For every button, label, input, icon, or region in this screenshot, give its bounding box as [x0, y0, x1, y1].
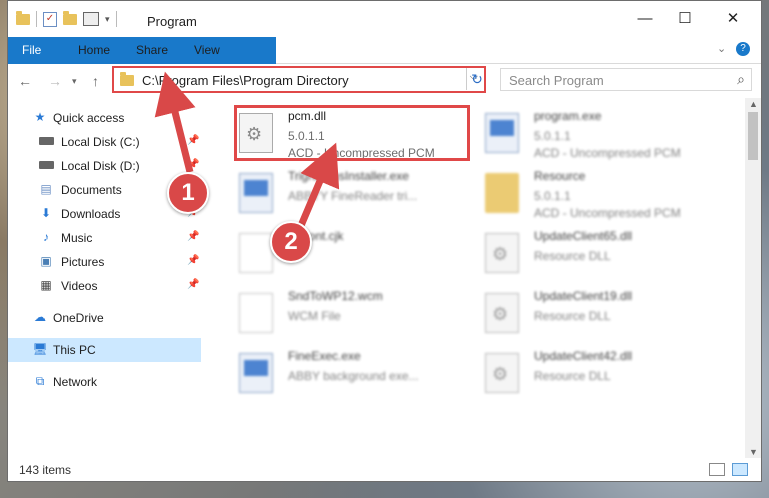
maximize-button[interactable]: ☐	[670, 9, 700, 29]
pictures-icon: ▣	[40, 254, 52, 268]
sidebar-item-this-pc[interactable]: 🖥 This PC	[8, 338, 201, 362]
back-arrow-icon[interactable]: ←	[18, 73, 32, 89]
videos-icon: ▦	[40, 278, 52, 292]
scroll-thumb[interactable]	[748, 112, 758, 160]
music-icon: ♪	[43, 230, 49, 244]
computer-icon: 🖥	[32, 342, 48, 356]
explorer-window: ✓ ▾ Program — ☐ ✕ File Home Share View ⌄…	[7, 0, 762, 482]
file-item-updateclient19[interactable]: UpdateClient19.dll Resource DLL	[473, 285, 713, 341]
scroll-up-icon[interactable]: ▲	[749, 99, 758, 109]
folder-item-resource[interactable]: Resource 5.0.1.1 ACD - Uncompressed PCM	[473, 165, 713, 221]
pin-icon[interactable]: 📌	[187, 135, 199, 146]
file-item-updateclient65[interactable]: UpdateClient65.dll Resource DLL	[473, 225, 713, 281]
file-item-trigramms-installer[interactable]: TrigrammsInstaller.exe ABBYY FineReader …	[227, 165, 467, 221]
item-count: 143 items	[19, 463, 72, 477]
search-placeholder: Search Program	[509, 73, 604, 88]
dll-gear-icon	[485, 293, 519, 333]
minimize-button[interactable]: —	[630, 9, 660, 29]
download-icon: ⬇	[40, 206, 52, 220]
ribbon: File Home Share View ⌄ ?	[8, 37, 761, 93]
chevron-down-icon[interactable]: ▾	[105, 14, 110, 25]
sidebar-item-local-disk-c[interactable]: Local Disk (C:) 📌	[8, 130, 201, 154]
pin-icon[interactable]: 📌	[187, 279, 199, 290]
vertical-scrollbar[interactable]: ▲ ▼	[745, 98, 761, 458]
callout-badge-2: 2	[270, 221, 312, 263]
sidebar-item-onedrive[interactable]: ☁ OneDrive	[8, 306, 201, 330]
details-view-icon[interactable]	[709, 463, 725, 476]
folder-icon	[16, 10, 30, 25]
file-item-fineexec[interactable]: FineExec.exe ABBY background exe...	[227, 345, 467, 401]
drive-icon	[38, 158, 54, 172]
exe-icon	[239, 353, 273, 393]
folder-icon	[120, 72, 134, 86]
sidebar-item-network[interactable]: ⧉ Network	[8, 370, 201, 394]
new-folder-icon[interactable]	[63, 10, 77, 25]
search-icon: ⌕	[737, 71, 745, 87]
dll-gear-icon	[485, 233, 519, 273]
sidebar-item-pictures[interactable]: ▣ Pictures 📌	[8, 250, 201, 274]
file-item-sndtowp12[interactable]: SndToWP12.wcm WCM File	[227, 285, 467, 341]
folder-icon	[485, 173, 519, 213]
navigation-bar: ← → ▾ ↑ C:\Program Files\Program Directo…	[8, 64, 761, 98]
tab-view[interactable]: View	[180, 37, 234, 63]
title-bar: ✓ ▾ Program — ☐ ✕	[8, 1, 761, 37]
dll-gear-icon	[485, 353, 519, 393]
cloud-icon: ☁	[34, 310, 46, 324]
pin-icon[interactable]: 📌	[187, 255, 199, 266]
file-item-updateclient42[interactable]: UpdateClient42.dll Resource DLL	[473, 345, 713, 401]
sidebar-item-videos[interactable]: ▦ Videos 📌	[8, 274, 201, 298]
properties-quick-access-icon[interactable]: ✓	[43, 11, 57, 27]
exe-icon	[485, 113, 519, 153]
search-input[interactable]: Search Program ⌕	[500, 68, 752, 91]
scroll-down-icon[interactable]: ▼	[749, 447, 758, 457]
recent-locations-chevron-icon[interactable]: ▾	[72, 76, 77, 87]
highlight-box	[234, 105, 470, 161]
document-icon	[239, 233, 273, 273]
tab-home[interactable]: Home	[64, 37, 124, 63]
status-bar: 143 items	[8, 459, 761, 481]
tiles-view-icon[interactable]	[732, 463, 748, 476]
pin-icon[interactable]: 📌	[187, 159, 199, 170]
document-icon	[239, 293, 273, 333]
up-arrow-icon[interactable]: ↑	[92, 73, 99, 89]
file-item-font-cjk[interactable]: ...tFont.cjk ...	[227, 225, 467, 281]
close-button[interactable]: ✕	[718, 9, 748, 29]
sidebar-item-music[interactable]: ♪ Music 📌	[8, 226, 201, 250]
documents-icon: ▤	[40, 182, 52, 196]
refresh-icon[interactable]: ↻	[466, 68, 487, 90]
exe-icon	[239, 173, 273, 213]
help-icon[interactable]: ?	[736, 42, 750, 56]
drive-icon	[38, 134, 54, 148]
sidebar-item-local-disk-d[interactable]: Local Disk (D:) 📌	[8, 154, 201, 178]
customize-view-icon[interactable]	[83, 12, 99, 26]
sidebar-item-quick-access[interactable]: ★ Quick access	[8, 106, 201, 130]
star-icon: ★	[34, 110, 46, 124]
address-path: C:\Program Files\Program Directory	[142, 73, 349, 88]
chevron-down-icon[interactable]: ⌄	[717, 42, 726, 55]
forward-arrow-icon[interactable]: →	[48, 73, 62, 89]
tab-share[interactable]: Share	[122, 37, 182, 63]
window-title: Program	[147, 14, 197, 29]
navigation-pane: ★ Quick access Local Disk (C:) 📌 Local D…	[8, 101, 201, 451]
pin-icon[interactable]: 📌	[187, 231, 199, 242]
address-bar[interactable]: C:\Program Files\Program Directory ⌵	[112, 66, 486, 93]
file-item-program-exe[interactable]: program.exe 5.0.1.1 ACD - Uncompressed P…	[473, 105, 713, 161]
network-icon: ⧉	[35, 374, 45, 388]
callout-badge-1: 1	[167, 172, 209, 214]
